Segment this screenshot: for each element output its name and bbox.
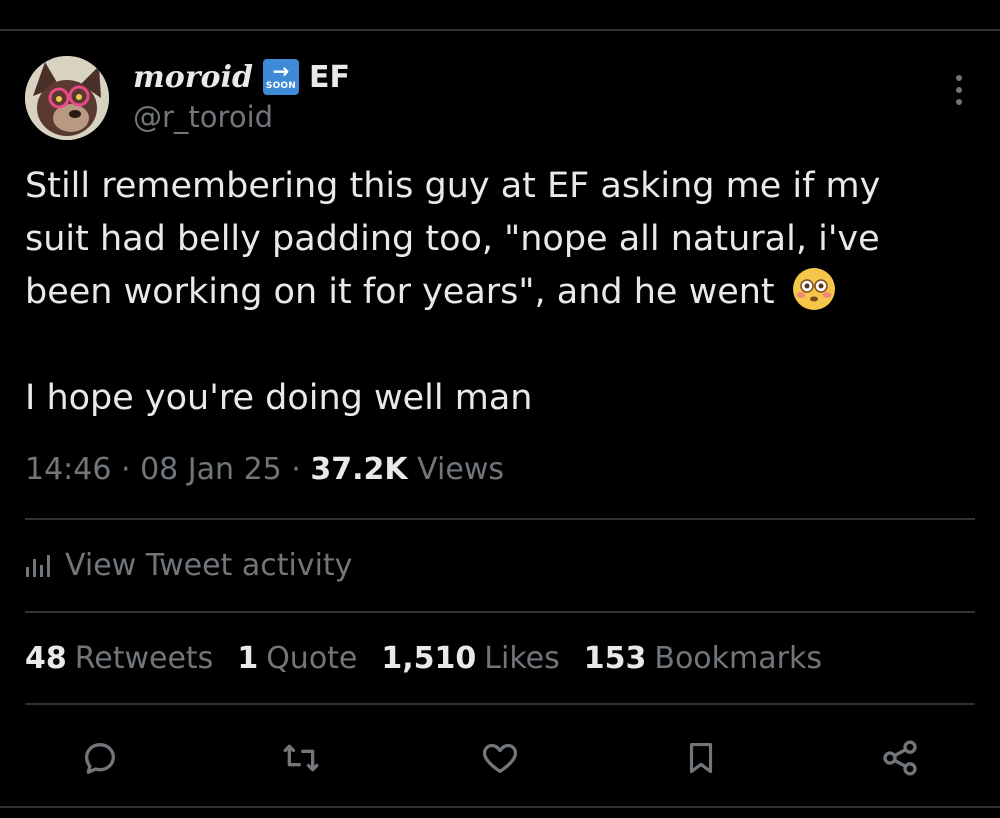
likes-count: 1,510: [381, 641, 477, 676]
share-icon: [883, 740, 917, 776]
quotes-label: Quote: [266, 641, 358, 676]
tweet-meta: 14:46 · 08 Jan 25 · 37.2K Views: [25, 452, 504, 487]
dot: [956, 87, 962, 93]
likes-stat[interactable]: 1,510 Likes: [381, 641, 559, 676]
meta-separator: ·: [281, 452, 311, 487]
divider: [25, 518, 975, 520]
author-name-row[interactable]: тoroid → SOON EF: [133, 58, 350, 96]
quotes-count: 1: [237, 641, 259, 676]
retweets-stat[interactable]: 48 Retweets: [25, 641, 213, 676]
tweet-stats: 48 Retweets 1 Quote 1,510 Likes 153 Bookmark…: [25, 641, 846, 676]
retweets-label: Retweets: [74, 641, 214, 676]
tweet-line-3: been working on it for years", and he we…: [25, 272, 786, 312]
retweet-icon: [283, 744, 319, 772]
analytics-icon: [26, 554, 50, 577]
tweet-text: Still remembering this guy at EF asking …: [25, 160, 975, 425]
tweet-line-4: I hope you're doing well man: [25, 378, 533, 418]
retweet-button[interactable]: [276, 733, 326, 783]
flushed-face-emoji-icon: [792, 268, 835, 310]
bookmark-button[interactable]: [676, 733, 726, 783]
avatar-image: [25, 56, 109, 140]
avatar[interactable]: [25, 56, 109, 140]
divider: [25, 703, 975, 705]
bookmarks-count: 153: [583, 641, 647, 676]
reply-icon: [85, 743, 116, 774]
like-button[interactable]: [475, 733, 525, 783]
soon-badge-text: SOON: [265, 81, 297, 91]
views-count: 37.2K: [310, 452, 408, 487]
view-tweet-activity-label[interactable]: View Tweet activity: [65, 548, 352, 583]
bottom-divider: [0, 806, 1000, 808]
tweet-line-1: Still remembering this guy at EF asking …: [25, 166, 881, 206]
bookmarks-stat[interactable]: 153 Bookmarks: [584, 641, 822, 676]
display-name[interactable]: тoroid: [133, 60, 253, 95]
bookmark-icon: [689, 742, 713, 774]
heart-icon: [482, 743, 518, 773]
divider: [25, 611, 975, 613]
share-button[interactable]: [875, 733, 925, 783]
tweet-action-bar: [0, 733, 1000, 783]
likes-label: Likes: [484, 641, 560, 676]
bookmarks-label: Bookmarks: [654, 641, 822, 676]
retweets-count: 48: [25, 641, 67, 676]
author-handle[interactable]: @r_toroid: [133, 100, 273, 134]
soon-arrow-icon: → SOON: [262, 59, 299, 95]
reply-button[interactable]: [75, 733, 125, 783]
tweet-date[interactable]: 08 Jan 25: [140, 452, 282, 487]
views-label: Views: [407, 452, 504, 487]
tweet-line-2: suit had belly padding too, "nope all na…: [25, 219, 880, 259]
top-divider: [0, 29, 1000, 31]
more-options-icon[interactable]: [949, 75, 969, 105]
dot: [956, 75, 962, 81]
view-tweet-activity-link[interactable]: View Tweet activity: [25, 548, 352, 583]
dot: [956, 99, 962, 105]
tweet-time[interactable]: 14:46: [25, 452, 111, 487]
quotes-stat[interactable]: 1 Quote: [237, 641, 357, 676]
name-suffix: EF: [308, 59, 350, 95]
soon-arrow-glyph: →: [272, 59, 290, 83]
meta-separator: ·: [111, 452, 141, 487]
